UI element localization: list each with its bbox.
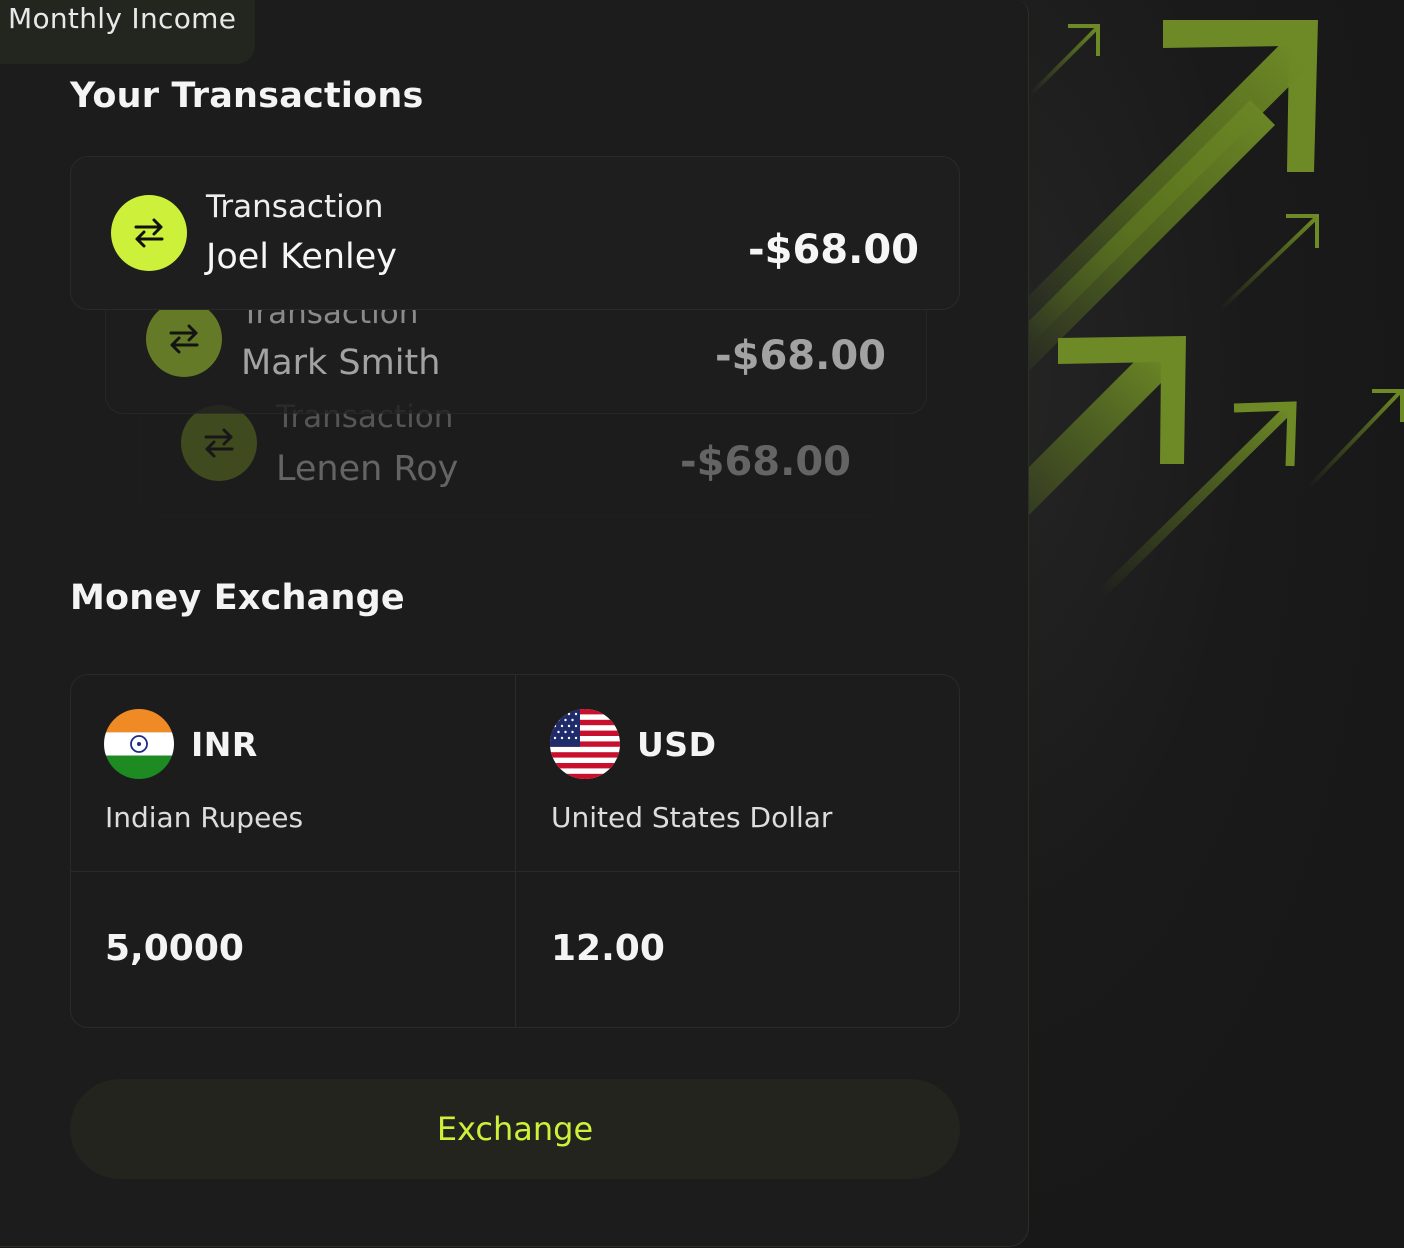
- transaction-amount: -$68.00: [748, 227, 919, 273]
- from-currency-selector[interactable]: INR Indian Rupees: [71, 675, 515, 871]
- arrow-large-top-icon: [1000, 20, 1318, 375]
- to-currency-selector[interactable]: USD United States Dollar: [516, 675, 959, 871]
- exchange-card: INR Indian Rupees USD United States Doll…: [70, 674, 960, 1028]
- exchange-button[interactable]: Exchange: [70, 1079, 960, 1179]
- india-flag-icon: [104, 709, 174, 779]
- monthly-income-tab[interactable]: Monthly Income: [0, 0, 255, 64]
- transfer-icon: [111, 195, 187, 271]
- transaction-card[interactable]: Transaction Joel Kenley -$68.00: [70, 156, 960, 310]
- transactions-title: Your Transactions: [70, 76, 424, 116]
- to-currency-name: United States Dollar: [551, 801, 833, 834]
- money-exchange-title: Money Exchange: [70, 578, 405, 618]
- from-amount-field[interactable]: 5,0000: [71, 872, 515, 1027]
- transfer-icon: [146, 301, 222, 377]
- transaction-amount: -$68.00: [715, 333, 886, 379]
- transaction-type: Transaction: [206, 189, 384, 225]
- to-amount-field[interactable]: 12.00: [516, 872, 959, 1027]
- transaction-name: Joel Kenley: [206, 237, 398, 277]
- to-amount-value: 12.00: [551, 928, 665, 969]
- tab-label: Monthly Income: [8, 2, 237, 35]
- from-amount-value: 5,0000: [105, 928, 244, 969]
- us-flag-icon: [550, 709, 620, 779]
- transfer-icon: [181, 405, 257, 481]
- from-currency-code: INR: [191, 725, 258, 764]
- transaction-amount: -$68.00: [680, 439, 851, 485]
- from-currency-name: Indian Rupees: [105, 801, 304, 834]
- income-panel: Monthly Income Your Transactions Transac…: [0, 0, 1029, 1247]
- transaction-name: Lenen Roy: [276, 449, 459, 489]
- to-currency-code: USD: [637, 725, 717, 764]
- transaction-name: Mark Smith: [241, 343, 441, 383]
